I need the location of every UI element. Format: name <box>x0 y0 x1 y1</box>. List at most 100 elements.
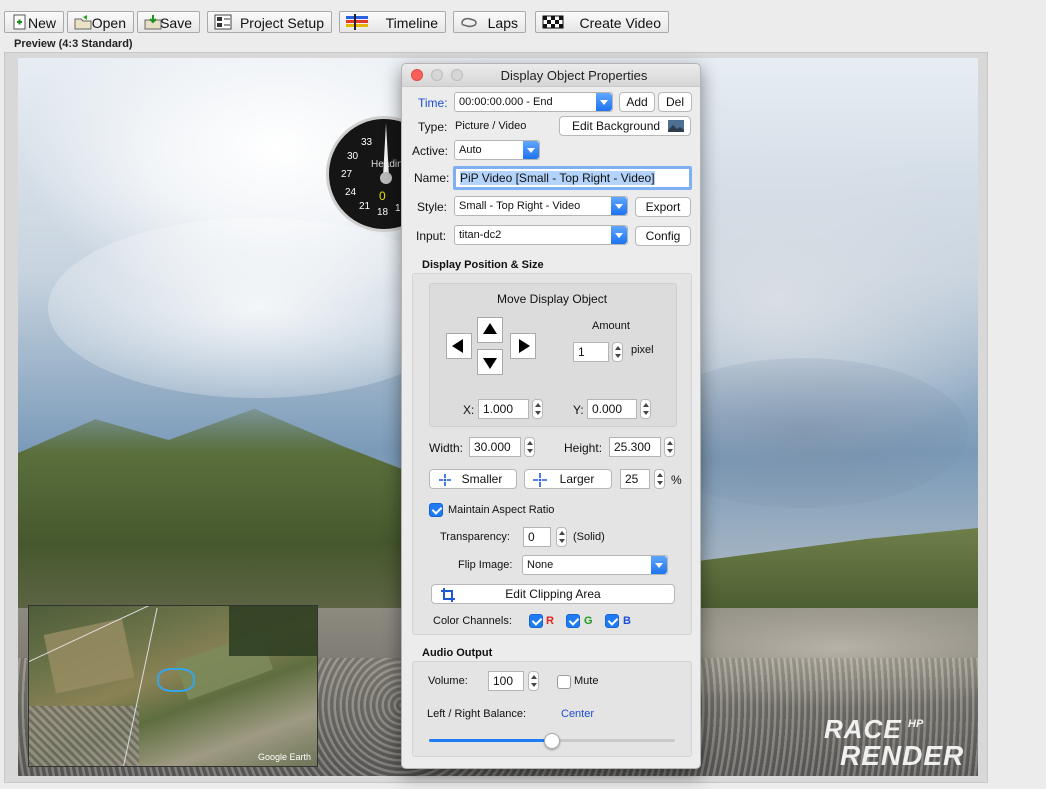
racerender-logo: RACE HP RENDER <box>824 714 974 771</box>
name-value: PiP Video [Small - Top Right - Video] <box>460 171 655 185</box>
edit-clipping-area-button[interactable]: Edit Clipping Area <box>431 584 675 604</box>
edit-background-button[interactable]: Edit Background <box>559 116 691 136</box>
laps-button[interactable]: Laps <box>453 11 526 33</box>
time-label[interactable]: Time: <box>418 96 448 110</box>
channel-r-label: R <box>546 615 554 627</box>
edit-background-label: Edit Background <box>572 119 661 133</box>
move-down-button[interactable] <box>477 349 503 375</box>
channel-b-label: B <box>623 615 631 627</box>
channel-g-label: G <box>584 615 593 627</box>
audio-section-title: Audio Output <box>422 647 493 659</box>
chevron-down-icon <box>611 226 627 244</box>
move-left-button[interactable] <box>446 333 472 359</box>
map-town <box>29 706 139 766</box>
edit-clipping-label: Edit Clipping Area <box>505 587 601 601</box>
style-select[interactable]: Small - Top Right - Video <box>454 196 628 216</box>
mute-checkbox[interactable] <box>557 675 571 689</box>
height-value: 25.300 <box>614 440 651 454</box>
smaller-button[interactable]: Smaller <box>429 469 517 489</box>
flip-image-select[interactable]: None <box>522 555 668 575</box>
style-label: Style: <box>417 200 448 214</box>
width-stepper[interactable] <box>524 437 535 457</box>
new-button[interactable]: New <box>4 11 64 33</box>
add-button[interactable]: Add <box>619 92 655 112</box>
config-button[interactable]: Config <box>635 226 691 246</box>
flip-image-label: Flip Image: <box>458 559 513 571</box>
x-stepper[interactable] <box>532 399 543 419</box>
create-video-button[interactable]: Create Video <box>535 11 669 33</box>
input-label: Input: <box>416 229 447 243</box>
maintain-aspect-checkbox[interactable] <box>429 503 443 517</box>
gauge-tick: 33 <box>361 137 373 148</box>
volume-value: 100 <box>493 674 514 688</box>
active-label: Active: <box>412 144 449 158</box>
new-document-icon <box>13 14 26 30</box>
amount-value: 1 <box>578 345 585 359</box>
laps-track-icon <box>461 17 477 28</box>
scale-value: 25 <box>625 472 639 486</box>
move-title: Move Display Object <box>497 292 608 306</box>
y-value: 0.000 <box>592 402 623 416</box>
width-value: 30.000 <box>474 440 511 454</box>
volume-stepper[interactable] <box>528 671 539 691</box>
map-road <box>121 607 158 766</box>
del-button[interactable]: Del <box>658 92 692 112</box>
name-label: Name: <box>414 171 450 185</box>
maintain-aspect-label: Maintain Aspect Ratio <box>448 504 555 516</box>
scale-input[interactable]: 25 <box>620 469 650 489</box>
name-input[interactable]: PiP Video [Small - Top Right - Video] <box>453 166 692 190</box>
dialog-titlebar[interactable]: Display Object Properties <box>402 64 700 87</box>
y-input[interactable]: 0.000 <box>587 399 637 419</box>
channel-b-checkbox[interactable] <box>605 614 619 628</box>
map-overlay[interactable]: Google Earth <box>28 605 318 767</box>
height-stepper[interactable] <box>664 437 675 457</box>
balance-value: Center <box>561 708 595 720</box>
transparency-stepper[interactable] <box>556 527 567 547</box>
flip-image-value: None <box>527 559 554 571</box>
open-button[interactable]: Open <box>67 11 134 33</box>
gauge-tick: 30 <box>347 151 359 162</box>
timeline-button[interactable]: Timeline <box>339 11 446 33</box>
balance-slider-knob[interactable] <box>544 733 560 749</box>
expand-arrows-icon <box>533 473 547 487</box>
amount-stepper[interactable] <box>612 342 623 362</box>
x-input[interactable]: 1.000 <box>478 399 529 419</box>
active-value: Auto <box>459 144 482 156</box>
active-select[interactable]: Auto <box>454 140 540 160</box>
project-setup-button[interactable]: Project Setup <box>207 11 332 33</box>
gauge-value: 0 <box>379 189 386 203</box>
smaller-label: Smaller <box>461 472 503 486</box>
volume-input[interactable]: 100 <box>488 671 524 691</box>
transparency-value: 0 <box>528 530 535 544</box>
open-label: Open <box>91 15 126 31</box>
export-button[interactable]: Export <box>635 197 691 217</box>
larger-button[interactable]: Larger <box>524 469 612 489</box>
input-select[interactable]: titan-dc2 <box>454 225 628 245</box>
timeline-icon <box>346 14 368 30</box>
scale-stepper[interactable] <box>654 469 665 489</box>
project-setup-icon <box>214 14 232 30</box>
main-toolbar: New Open Save Project Setup Timeline Lap… <box>0 0 1046 36</box>
height-input[interactable]: 25.300 <box>609 437 661 457</box>
width-input[interactable]: 30.000 <box>469 437 521 457</box>
channel-g-checkbox[interactable] <box>566 614 580 628</box>
background-image-icon <box>668 120 684 132</box>
timeline-label: Timeline <box>385 15 438 31</box>
display-object-properties-dialog: Display Object Properties Time: 00:00:00… <box>401 63 701 769</box>
transparency-input[interactable]: 0 <box>523 527 551 547</box>
y-stepper[interactable] <box>640 399 651 419</box>
gauge-tick: 27 <box>341 169 353 180</box>
map-credit: Google Earth <box>257 752 311 762</box>
amount-input[interactable]: 1 <box>573 342 609 362</box>
project-setup-label: Project Setup <box>239 15 324 31</box>
move-right-button[interactable] <box>510 333 536 359</box>
channel-r-checkbox[interactable] <box>529 614 543 628</box>
time-select[interactable]: 00:00:00.000 - End <box>454 92 613 112</box>
move-up-button[interactable] <box>477 317 503 343</box>
y-label: Y: <box>573 403 584 417</box>
position-section-title: Display Position & Size <box>422 259 544 271</box>
transparency-hint: (Solid) <box>573 531 605 543</box>
amount-label: Amount <box>592 320 630 332</box>
balance-slider-fill <box>429 739 552 742</box>
save-button[interactable]: Save <box>137 11 200 33</box>
